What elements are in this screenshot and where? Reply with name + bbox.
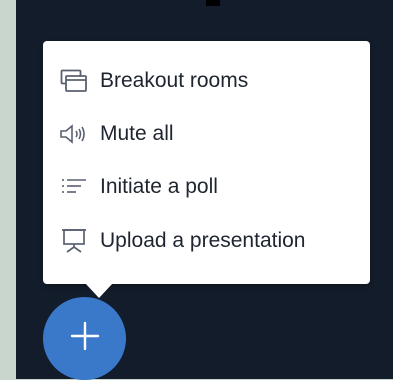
menu-item-label: Breakout rooms [100, 69, 249, 92]
menu-item-label: Upload a presentation [100, 229, 306, 252]
speaker-mute-icon [57, 120, 91, 148]
plus-icon [68, 319, 102, 358]
poll-list-icon [57, 173, 91, 201]
breakout-rooms-icon [57, 67, 91, 95]
menu-item-upload-presentation[interactable]: Upload a presentation [43, 216, 370, 266]
presentation-icon [57, 227, 91, 255]
actions-menu: Breakout rooms Mute all Initiate a poll [43, 41, 370, 298]
top-notch [206, 0, 220, 6]
menu-item-label: Initiate a poll [100, 175, 218, 198]
menu-item-initiate-poll[interactable]: Initiate a poll [43, 162, 370, 212]
add-action-button[interactable] [43, 297, 126, 380]
menu-pointer-arrow [85, 283, 113, 298]
menu-item-label: Mute all [100, 122, 174, 145]
menu-item-mute-all[interactable]: Mute all [43, 109, 370, 159]
menu-item-breakout-rooms[interactable]: Breakout rooms [43, 56, 370, 106]
